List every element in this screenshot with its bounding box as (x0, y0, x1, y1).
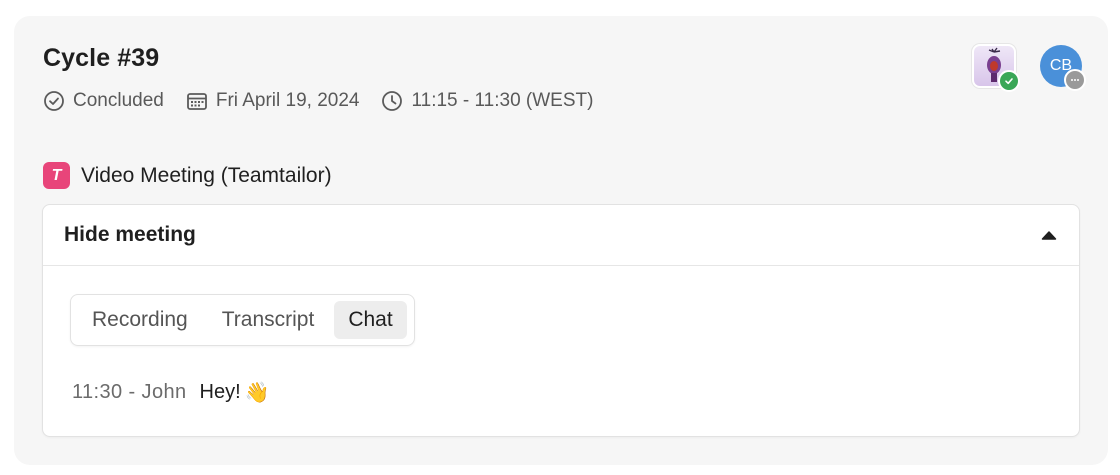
participant-avatar-initials[interactable]: CB (1040, 45, 1086, 91)
accepted-badge-icon (998, 70, 1020, 92)
chat-message-text: Hey! (199, 380, 241, 403)
cycle-title: Cycle #39 (43, 44, 160, 72)
teamtailor-logo-icon: T (43, 162, 70, 189)
tab-transcript[interactable]: Transcript (208, 301, 329, 339)
date-item: Fri April 19, 2024 (186, 90, 360, 112)
meeting-integration: T Video Meeting (Teamtailor) (43, 162, 332, 189)
participants: CB (972, 44, 1086, 92)
integration-label: Video Meeting (Teamtailor) (81, 163, 332, 187)
cycle-card: Cycle #39 Concluded Fri April 19, 2024 1… (14, 16, 1108, 465)
status-text: Concluded (73, 90, 164, 111)
cycle-meta: Concluded Fri April 19, 2024 11:15 - 11:… (43, 90, 615, 112)
meeting-panel-header[interactable]: Hide meeting (43, 205, 1079, 266)
status-item: Concluded (43, 90, 164, 112)
chat-message: 11:30 - John Hey! 👋 (72, 380, 270, 404)
tab-recording[interactable]: Recording (78, 301, 202, 339)
hide-meeting-label[interactable]: Hide meeting (64, 223, 196, 247)
caret-up-icon[interactable] (1039, 225, 1059, 245)
time-text: 11:15 - 11:30 (WEST) (411, 90, 594, 111)
waving-hand-icon: 👋 (244, 380, 270, 404)
participant-avatar-photo[interactable] (972, 44, 1020, 92)
pending-badge-icon (1064, 69, 1086, 91)
meeting-panel: Hide meeting Recording Transcript Chat 1… (42, 204, 1080, 437)
tab-chat[interactable]: Chat (334, 301, 407, 339)
chat-message-meta: 11:30 - John (72, 380, 187, 403)
clock-icon (382, 91, 403, 111)
time-item: 11:15 - 11:30 (WEST) (381, 90, 593, 112)
date-text: Fri April 19, 2024 (215, 90, 360, 111)
meeting-tabs: Recording Transcript Chat (70, 294, 415, 346)
calendar-icon (186, 93, 207, 110)
check-circle-icon (44, 91, 64, 111)
